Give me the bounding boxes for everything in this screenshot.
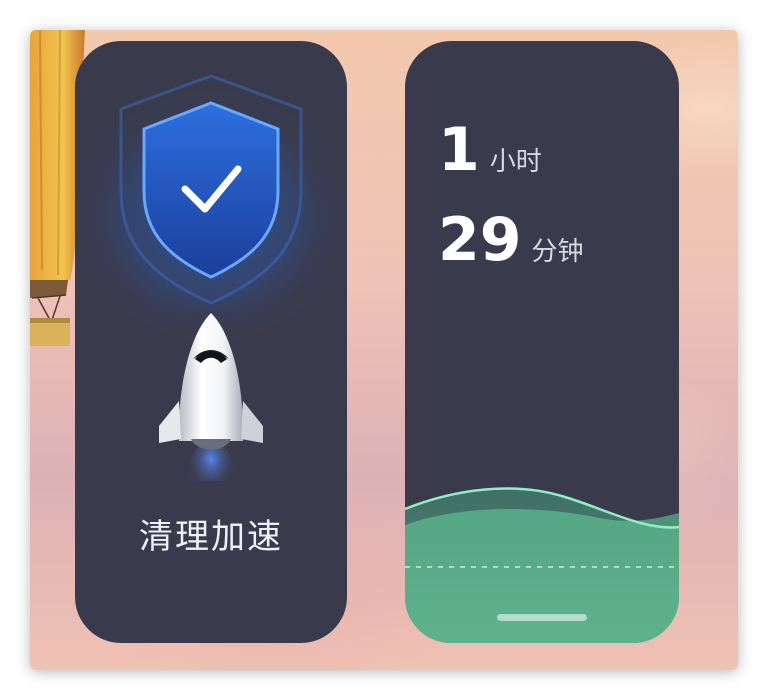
battery-remaining-widget[interactable]: 1 小时 29 分钟 [405, 41, 679, 643]
home-screen: 清理加速 1 小时 29 分钟 [30, 30, 738, 670]
widget-home-indicator [497, 614, 587, 621]
minutes-value: 29 [438, 205, 522, 275]
battery-minutes: 29 分钟 [438, 205, 584, 275]
clean-accelerate-label: 清理加速 [139, 517, 283, 557]
clean-artwork [75, 74, 347, 481]
clean-accelerate-widget[interactable]: 清理加速 [75, 41, 347, 643]
hours-value: 1 [438, 115, 480, 185]
battery-hours: 1 小时 [438, 115, 542, 185]
hours-unit: 小时 [489, 147, 542, 177]
minutes-unit: 分钟 [531, 237, 584, 267]
